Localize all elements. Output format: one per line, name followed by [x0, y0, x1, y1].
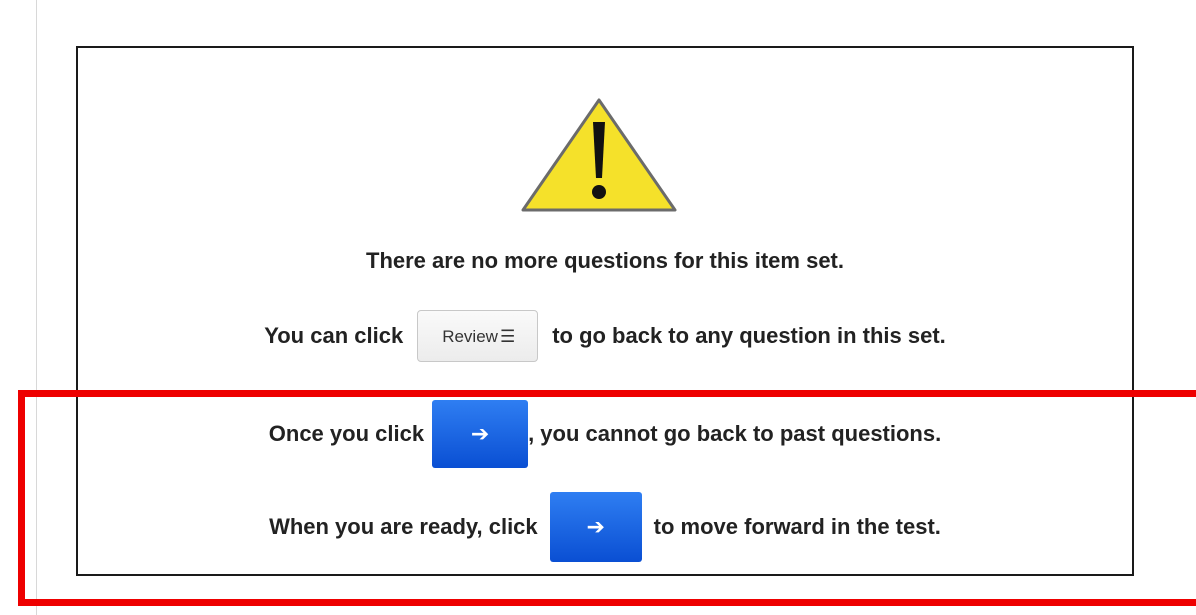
no-more-questions-message: There are no more questions for this ite… [76, 238, 1134, 283]
no-more-questions-text: There are no more questions for this ite… [366, 248, 844, 274]
review-line-after-text: to go back to any question in this set. [552, 323, 946, 348]
arrow-right-icon: ➔ [586, 514, 605, 539]
ready-line-after-text: to move forward in the test. [653, 514, 941, 539]
next-button[interactable]: ➔ [549, 492, 642, 562]
arrow-right-icon: ➔ [470, 421, 490, 446]
once-line-before-text: Once you click [268, 421, 425, 446]
ready-instruction: When you are ready, click ➔ to move forwar… [76, 492, 1134, 562]
once-line-after-text: , you cannot go back to past questions. [528, 421, 942, 446]
review-instruction: You can click Review ☰ to go back to any qu… [76, 310, 1134, 362]
review-button-label: Review [442, 327, 498, 346]
list-icon: ☰ [499, 327, 516, 346]
review-line-before-text: You can click [264, 323, 404, 348]
ready-line-before-text: When you are ready, click [269, 514, 538, 539]
page: There are no more questions for this ite… [0, 0, 1196, 615]
warning-icon [521, 98, 677, 212]
next-button[interactable]: ➔ [432, 400, 529, 468]
next-warning-instruction: Once you click ➔ , you cannot go back to p… [76, 400, 1134, 468]
review-button[interactable]: Review ☰ [417, 310, 539, 362]
